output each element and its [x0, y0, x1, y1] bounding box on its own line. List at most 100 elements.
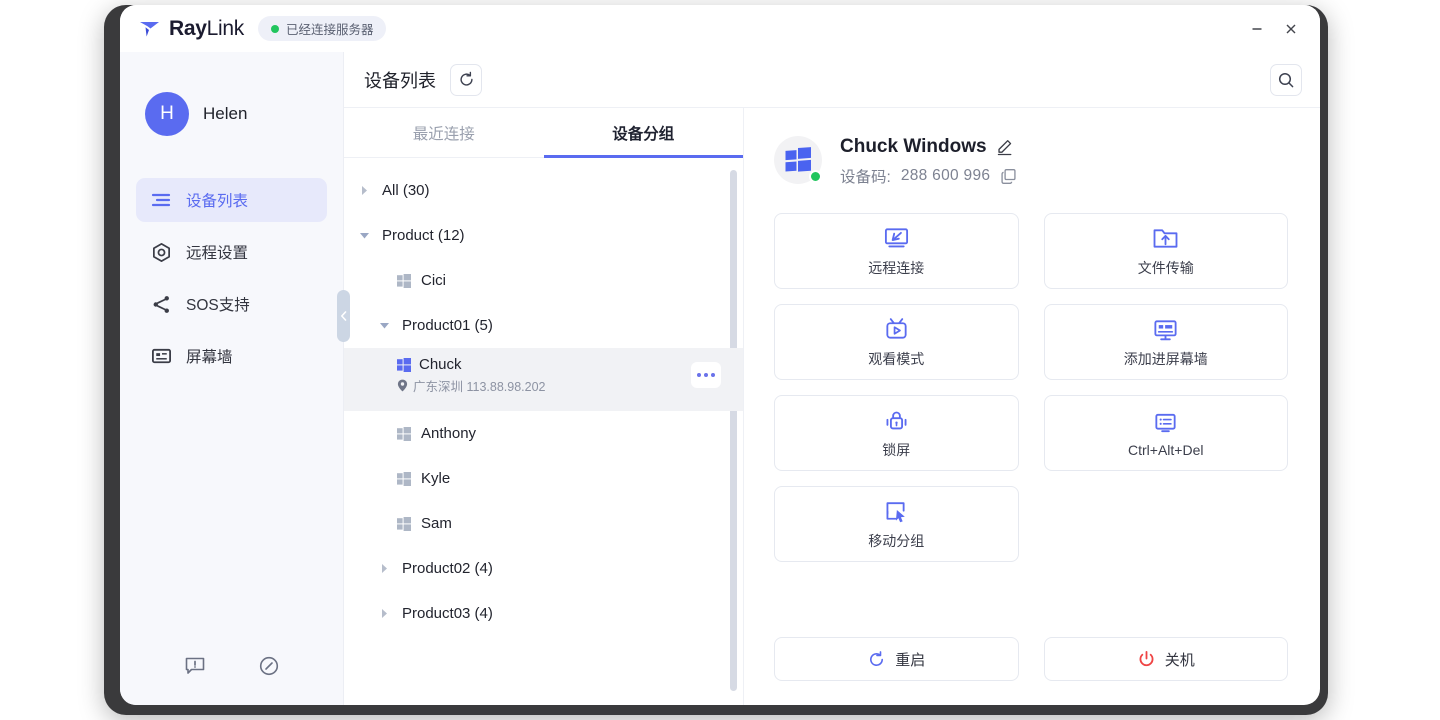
power-actions: 重启 关机: [774, 637, 1288, 681]
tree-row-label: Product01 (5): [402, 317, 493, 334]
device-location: 广东深圳 113.88.98.202: [397, 376, 545, 395]
dot-icon: [697, 373, 701, 377]
status-label: 已经连接服务器: [285, 23, 374, 37]
list-icon: [150, 189, 172, 211]
search-button[interactable]: [1270, 63, 1302, 96]
page-title: 设备列表: [364, 70, 436, 91]
sidebar-item-sos-support[interactable]: SOS支持: [136, 282, 327, 326]
tree-row[interactable]: Product (12): [344, 213, 743, 258]
action-watch-mode[interactable]: 观看模式: [774, 304, 1019, 380]
user-name: Helen: [203, 104, 248, 123]
sidebar-footer: [120, 653, 343, 705]
shutdown-button[interactable]: 关机: [1043, 637, 1288, 681]
tree-row[interactable]: Kyle: [344, 456, 743, 501]
refresh-button[interactable]: [450, 63, 482, 96]
tree-row-label: All (30): [382, 182, 430, 199]
gear-hex-icon: [150, 241, 172, 263]
power-label: 重启: [895, 651, 926, 669]
device-tree: All (30) Product (12) Cici Product01 (5)…: [344, 158, 743, 705]
chevron-down-icon[interactable]: [376, 318, 392, 334]
tree-row-label: Product (12): [382, 227, 465, 244]
dot-icon: [704, 373, 708, 377]
brand-main: Ray: [169, 16, 207, 40]
dot-icon: [711, 373, 715, 377]
restart-icon: [867, 650, 886, 669]
sidebar-item-label: 设备列表: [186, 193, 249, 210]
tree-row[interactable]: Chuck 广东深圳 113.88.98.202: [344, 348, 743, 411]
tab-recent-connections[interactable]: 最近连接: [344, 108, 544, 157]
tab-device-groups[interactable]: 设备分组: [543, 108, 744, 158]
tree-row[interactable]: Product03 (4): [344, 591, 743, 636]
action-file-transfer[interactable]: 文件传输: [1043, 213, 1288, 289]
chevron-down-icon[interactable]: [356, 228, 372, 244]
close-button[interactable]: [1276, 15, 1306, 43]
device-title-row: Chuck Windows: [840, 136, 1017, 158]
move-group-icon: [883, 498, 910, 525]
user-profile[interactable]: H Helen: [120, 92, 343, 136]
action-add-to-screen-wall[interactable]: 添加进屏幕墙: [1043, 304, 1288, 380]
windows-icon: [397, 471, 411, 486]
windows-icon: [397, 273, 411, 288]
tree-row-label: Product02 (4): [402, 560, 493, 577]
device-tabs: 最近连接 设备分组: [344, 108, 743, 158]
device-title: Chuck Windows: [840, 136, 987, 157]
action-ctrl-alt-del[interactable]: Ctrl+Alt+Del: [1043, 395, 1288, 471]
left-sidebar: H Helen 设备列表 远程设置 SOS支持 屏幕墙: [120, 52, 344, 705]
device-identity: Chuck Windows 设备码: 288 600 996: [840, 136, 1017, 187]
tree-row[interactable]: All (30): [344, 168, 743, 213]
screen: RayLink 已经连接服务器 H Helen 设备列表 远程设置 SOS支持 …: [0, 0, 1440, 720]
windows-icon: [785, 147, 811, 172]
remote-connect-icon: [883, 225, 910, 252]
chevron-right-icon[interactable]: [376, 606, 392, 622]
action-move-group[interactable]: 移动分组: [774, 486, 1019, 562]
chevron-right-icon[interactable]: [376, 561, 392, 577]
raylink-window: RayLink 已经连接服务器 H Helen 设备列表 远程设置 SOS支持 …: [120, 5, 1320, 705]
tree-row[interactable]: Product02 (4): [344, 546, 743, 591]
feedback-icon[interactable]: [182, 653, 208, 679]
minimize-button[interactable]: [1242, 15, 1272, 43]
tree-row[interactable]: Cici: [344, 258, 743, 303]
monitor-icon: [150, 345, 172, 367]
device-location-text: 广东深圳 113.88.98.202: [413, 380, 546, 394]
sidebar-item-screen-wall[interactable]: 屏幕墙: [136, 334, 327, 378]
compass-icon[interactable]: [256, 653, 282, 679]
power-label: 关机: [1164, 651, 1195, 669]
device-name-row: Chuck: [397, 356, 545, 373]
copy-icon[interactable]: [1000, 168, 1017, 185]
tree-row-label: Kyle: [421, 470, 451, 487]
sidebar-item-remote-settings[interactable]: 远程设置: [136, 230, 327, 274]
tree-row-label: Chuck: [419, 356, 462, 373]
action-label: 文件传输: [1137, 259, 1194, 276]
windows-icon: [397, 516, 411, 531]
sidebar-item-device-list[interactable]: 设备列表: [136, 178, 327, 222]
tab-label: 最近连接: [412, 125, 475, 143]
action-label: 添加进屏幕墙: [1123, 350, 1208, 367]
tree-row[interactable]: Anthony: [344, 411, 743, 456]
restart-button[interactable]: 重启: [774, 637, 1019, 681]
device-code-value: 288 600 996: [900, 167, 991, 184]
online-status-dot-icon: [809, 170, 822, 183]
pencil-icon[interactable]: [996, 139, 1013, 156]
window-controls: [1242, 15, 1306, 43]
device-code-row: 设备码: 288 600 996: [840, 165, 1017, 187]
status-dot-icon: [270, 24, 279, 33]
device-action-grid: 远程连接 文件传输 观看模式 添加进屏幕墙 锁屏 Ctrl+Alt+Del 移动…: [774, 213, 1288, 562]
windows-icon: [397, 357, 411, 372]
brand-sub: Link: [206, 16, 245, 40]
add-to-screen-wall-icon: [1152, 316, 1179, 343]
main-area: 设备列表 最近连接 设备分组 All (30) Product (12) Cic…: [337, 52, 1320, 705]
sidebar-item-label: 远程设置: [186, 245, 249, 262]
device-detail-header: Chuck Windows 设备码: 288 600 996: [774, 136, 1288, 187]
device-more-button[interactable]: [691, 362, 721, 388]
tree-row[interactable]: Sam: [344, 501, 743, 546]
device-tree-pane: 最近连接 设备分组 All (30) Product (12) Cici Pro…: [337, 108, 744, 705]
device-platform-avatar: [774, 136, 822, 184]
chevron-right-icon[interactable]: [356, 183, 372, 199]
action-label: Ctrl+Alt+Del: [1128, 441, 1204, 458]
sidebar-item-label: 屏幕墙: [186, 349, 233, 366]
power-icon: [1137, 650, 1156, 669]
avatar: H: [145, 92, 189, 136]
action-lock-screen[interactable]: 锁屏: [774, 395, 1019, 471]
action-remote-connect[interactable]: 远程连接: [774, 213, 1019, 289]
tree-row[interactable]: Product01 (5): [344, 303, 743, 348]
